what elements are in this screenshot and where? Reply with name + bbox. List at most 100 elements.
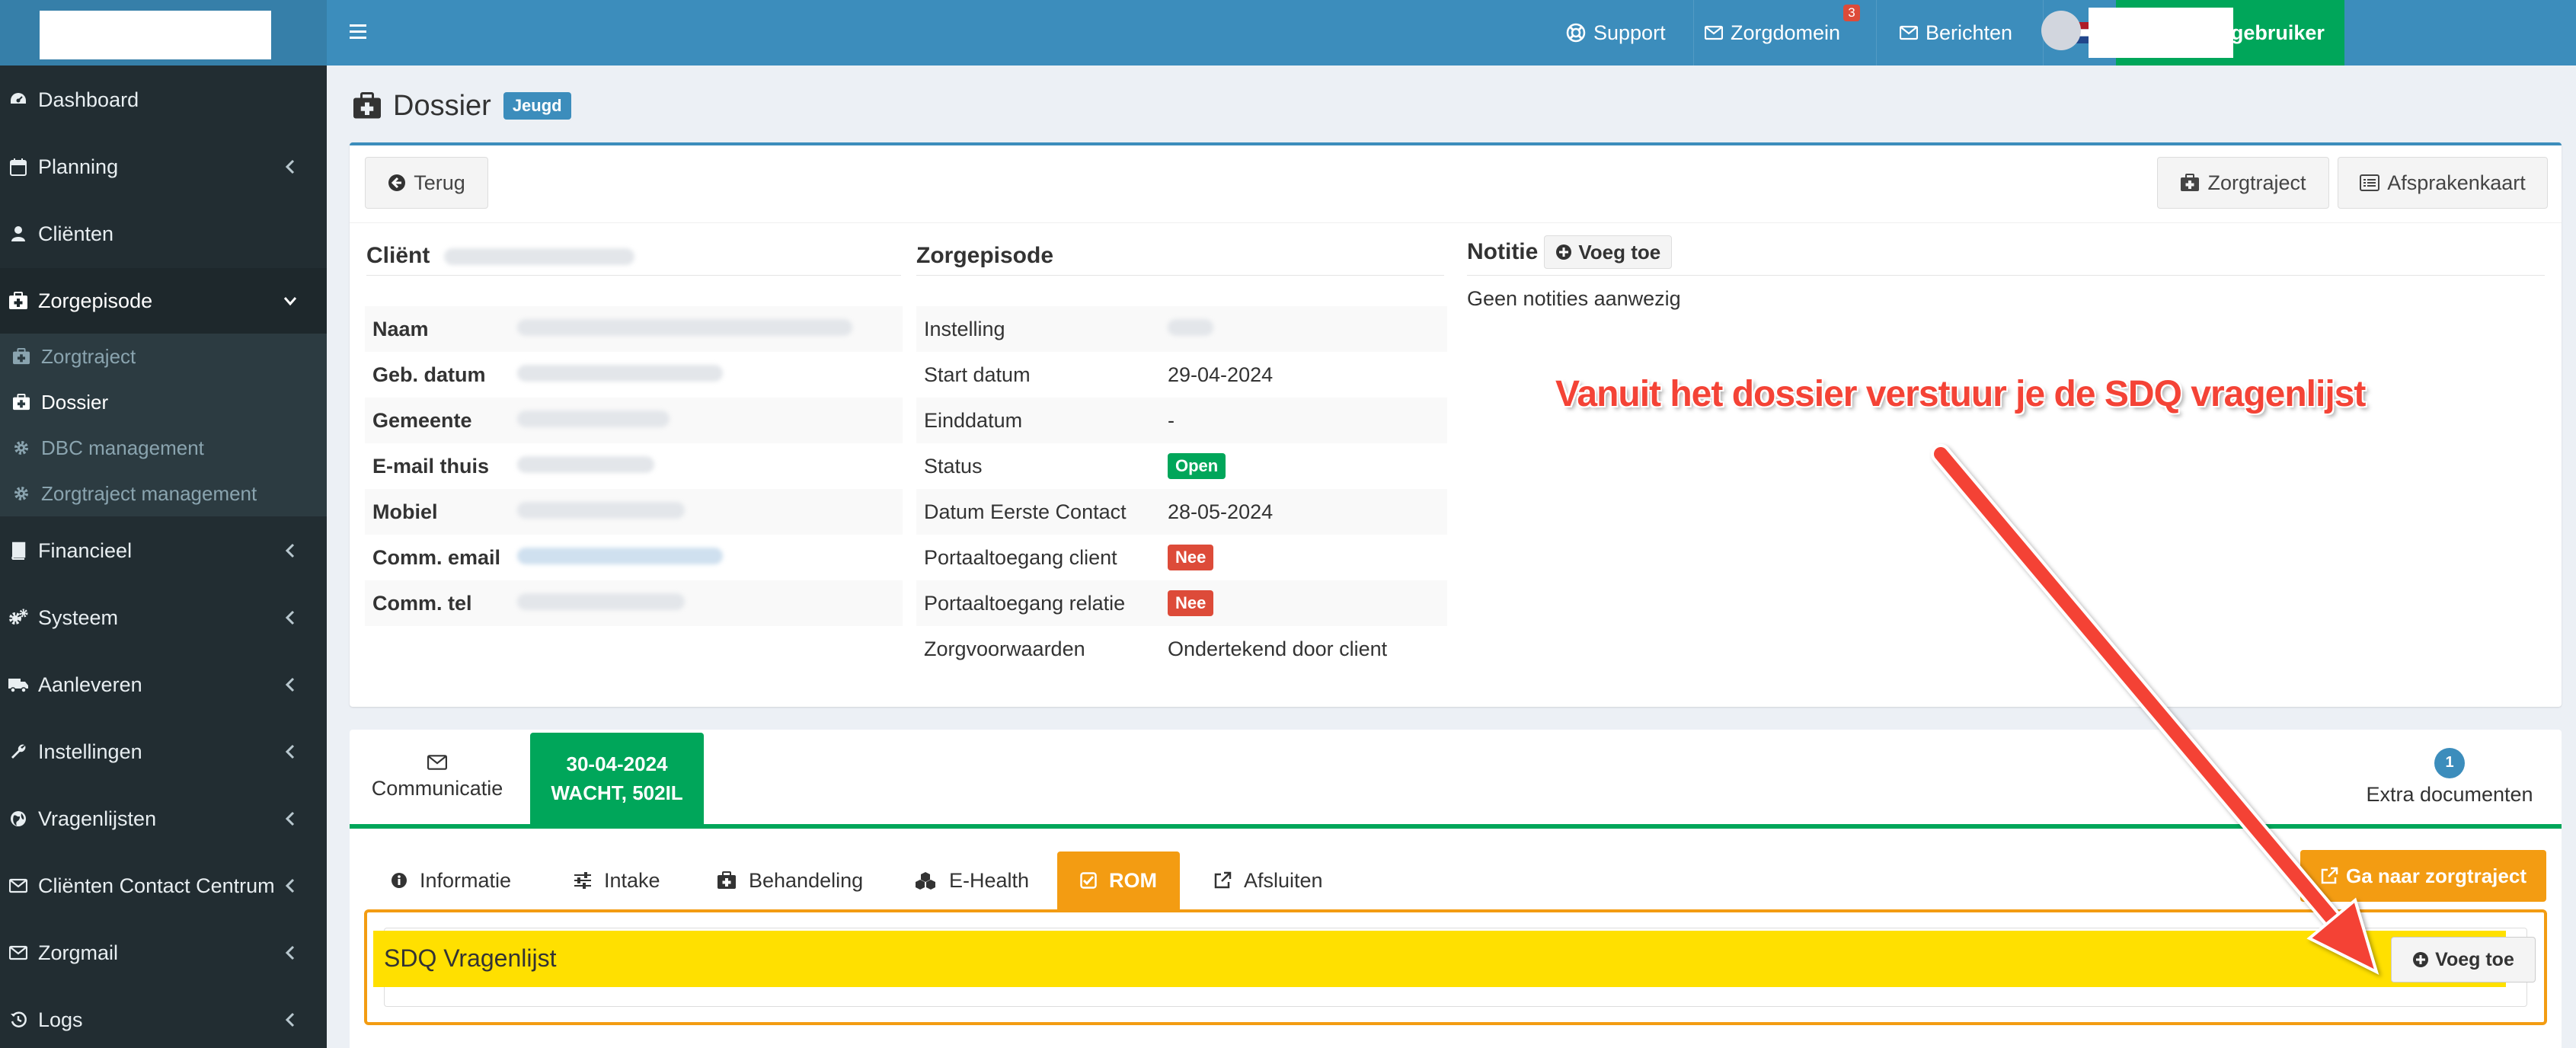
goto-zorgtraject-label: Ga naar zorgtraject <box>2346 864 2526 887</box>
chevron-left-icon <box>285 811 295 826</box>
logo-area <box>0 0 327 66</box>
goto-zorgtraject-button[interactable]: Ga naar zorgtraject <box>2300 850 2546 902</box>
submenu-item-zorgtraject[interactable]: Zorgtraject <box>0 334 327 379</box>
subtab-label: E-Health <box>949 868 1030 892</box>
user-name-box[interactable] <box>2089 8 2233 58</box>
subtab-label: Informatie <box>420 868 512 892</box>
episode-row-instelling: Instelling <box>916 306 1447 352</box>
episode-value: 29-04-2024 <box>1168 363 1274 386</box>
add-sdq-button[interactable]: Voeg toe <box>2391 937 2536 982</box>
truck-icon <box>0 666 37 703</box>
sdq-questionnaire-title: SDQ Vragenlijst <box>384 944 557 972</box>
subtab-rom[interactable]: ROM <box>1057 852 1180 909</box>
episode-row-portaal-client: Portaaltoegang client Nee <box>916 535 1447 580</box>
afsprakenkaart-button[interactable]: Afsprakenkaart <box>2338 157 2548 209</box>
sidebar-item-aanleveren[interactable]: Aanleveren <box>0 652 327 717</box>
client-label: E-mail thuis <box>372 454 490 478</box>
episode-label: Datum Eerste Contact <box>924 500 1127 523</box>
episode-row-portaal-relatie: Portaaltoegang relatie Nee <box>916 580 1447 626</box>
zorgdomein-label: Zorgdomein <box>1731 21 1841 44</box>
cubes-icon <box>914 871 937 890</box>
medkit-icon <box>0 283 37 319</box>
medkit-icon <box>2180 174 2200 192</box>
chevron-left-icon <box>285 159 295 174</box>
tab-indicator-bar <box>350 824 2562 829</box>
external-link-icon <box>1213 871 1232 890</box>
sidebar-item-label: Cliënten <box>38 222 114 245</box>
episode-row-eerste-contact: Datum Eerste Contact 28-05-2024 <box>916 489 1447 535</box>
subtab-label: Afsluiten <box>1244 868 1323 892</box>
client-row-email-thuis: E-mail thuis <box>365 443 903 489</box>
episode-row-start-datum: Start datum 29-04-2024 <box>916 352 1447 398</box>
berichten-label: Berichten <box>1926 21 2013 44</box>
avatar[interactable] <box>2041 11 2081 50</box>
envelope-icon <box>1705 25 1723 40</box>
tab-episode-date[interactable]: 30-04-2024 WACHT, 502IL <box>530 733 704 824</box>
sidebar-item-instellingen[interactable]: Instellingen <box>0 719 327 784</box>
client-row-geb-datum: Geb. datum <box>365 352 903 398</box>
sidebar-item-zorgepisode[interactable]: Zorgepisode <box>0 268 327 334</box>
annotation-callout-text: Vanuit het dossier verstuur je de SDQ vr… <box>1555 374 2366 414</box>
chevron-left-icon <box>285 1012 295 1027</box>
berichten-link[interactable]: Berichten <box>1876 0 2028 66</box>
subtab-behandeling[interactable]: Behandeling <box>717 852 863 909</box>
hamburger-menu-icon[interactable] <box>348 18 372 44</box>
subtab-intake[interactable]: Intake <box>574 852 660 909</box>
sidebar-item-label: Planning <box>38 155 119 178</box>
redacted-value <box>517 318 852 341</box>
episode-title-text: Zorgepisode <box>916 243 1054 268</box>
history-icon <box>0 1002 37 1038</box>
sidebar-item-planning[interactable]: Planning <box>0 134 327 200</box>
back-button[interactable]: Terug <box>365 157 488 209</box>
sidebar-item-financieel[interactable]: Financieel <box>0 518 327 583</box>
submenu-item-zorgtraject-management[interactable]: Zorgtraject management <box>0 471 327 516</box>
divider <box>350 222 2562 223</box>
redacted-value <box>1168 318 1213 341</box>
sidebar-item-label: Dashboard <box>38 88 139 111</box>
episode-value: 28-05-2024 <box>1168 500 1274 523</box>
sidebar-item-label: Instellingen <box>38 740 142 763</box>
zorgtraject-button[interactable]: Zorgtraject <box>2157 157 2329 209</box>
chevron-down-icon <box>283 297 297 306</box>
redacted-value <box>517 592 685 615</box>
sidebar-item-label: Vragenlijsten <box>38 807 157 830</box>
sidebar-item-clienten-contact-centrum[interactable]: Cliënten Contact Centrum <box>0 853 327 919</box>
client-label: Comm. tel <box>372 591 472 615</box>
zorgtraject-label: Zorgtraject <box>2207 171 2306 194</box>
sidebar-item-label: Systeem <box>38 605 119 629</box>
subtab-informatie[interactable]: Informatie <box>391 852 511 909</box>
add-note-button[interactable]: Voeg toe <box>1544 235 1673 269</box>
support-label: Support <box>1593 21 1666 44</box>
episode-value: Ondertekend door client <box>1168 637 1388 660</box>
subtab-ehealth[interactable]: E-Health <box>914 852 1029 909</box>
submenu-item-dbc-management[interactable]: DBC management <box>0 425 327 471</box>
tab-extra-documenten[interactable]: 1 Extra documenten <box>2338 730 2562 824</box>
tab-date-line2: WACHT, 502IL <box>551 781 683 804</box>
submenu-item-dossier[interactable]: Dossier <box>0 379 327 425</box>
subtab-label: Behandeling <box>749 868 864 892</box>
jeugd-badge: Jeugd <box>503 92 571 120</box>
chevron-left-icon <box>285 878 295 893</box>
sidebar-item-vragenlijsten[interactable]: Vragenlijsten <box>0 786 327 852</box>
zorgdomein-link[interactable]: Zorgdomein 3 <box>1693 0 1876 66</box>
redacted-client-name <box>443 248 634 266</box>
sidebar-item-dashboard[interactable]: Dashboard <box>0 67 327 133</box>
sidebar-item-systeem[interactable]: Systeem <box>0 585 327 650</box>
tab-communicatie[interactable]: Communicatie <box>350 730 525 824</box>
envelope-icon <box>0 935 37 971</box>
support-link[interactable]: Support <box>1566 0 1688 66</box>
sidebar-item-zorgmail[interactable]: Zorgmail <box>0 920 327 986</box>
episode-section-title: Zorgepisode <box>916 243 1444 276</box>
sidebar-item-clienten[interactable]: Cliënten <box>0 201 327 267</box>
redacted-value <box>517 409 670 433</box>
subtab-afsluiten[interactable]: Afsluiten <box>1213 852 1323 909</box>
subtab-label: ROM <box>1109 868 1157 892</box>
sidebar-item-logs[interactable]: Logs <box>0 987 327 1048</box>
episode-label: Einddatum <box>924 408 1023 432</box>
globe-icon <box>0 800 37 837</box>
sidebar-submenu-zorgepisode: Zorgtraject Dossier DBC management Zorgt… <box>0 334 327 516</box>
logo[interactable] <box>40 11 271 59</box>
submenu-item-label: Zorgtraject management <box>41 481 257 505</box>
cogs-icon <box>0 599 37 636</box>
sidebar-item-label: Financieel <box>38 538 133 562</box>
